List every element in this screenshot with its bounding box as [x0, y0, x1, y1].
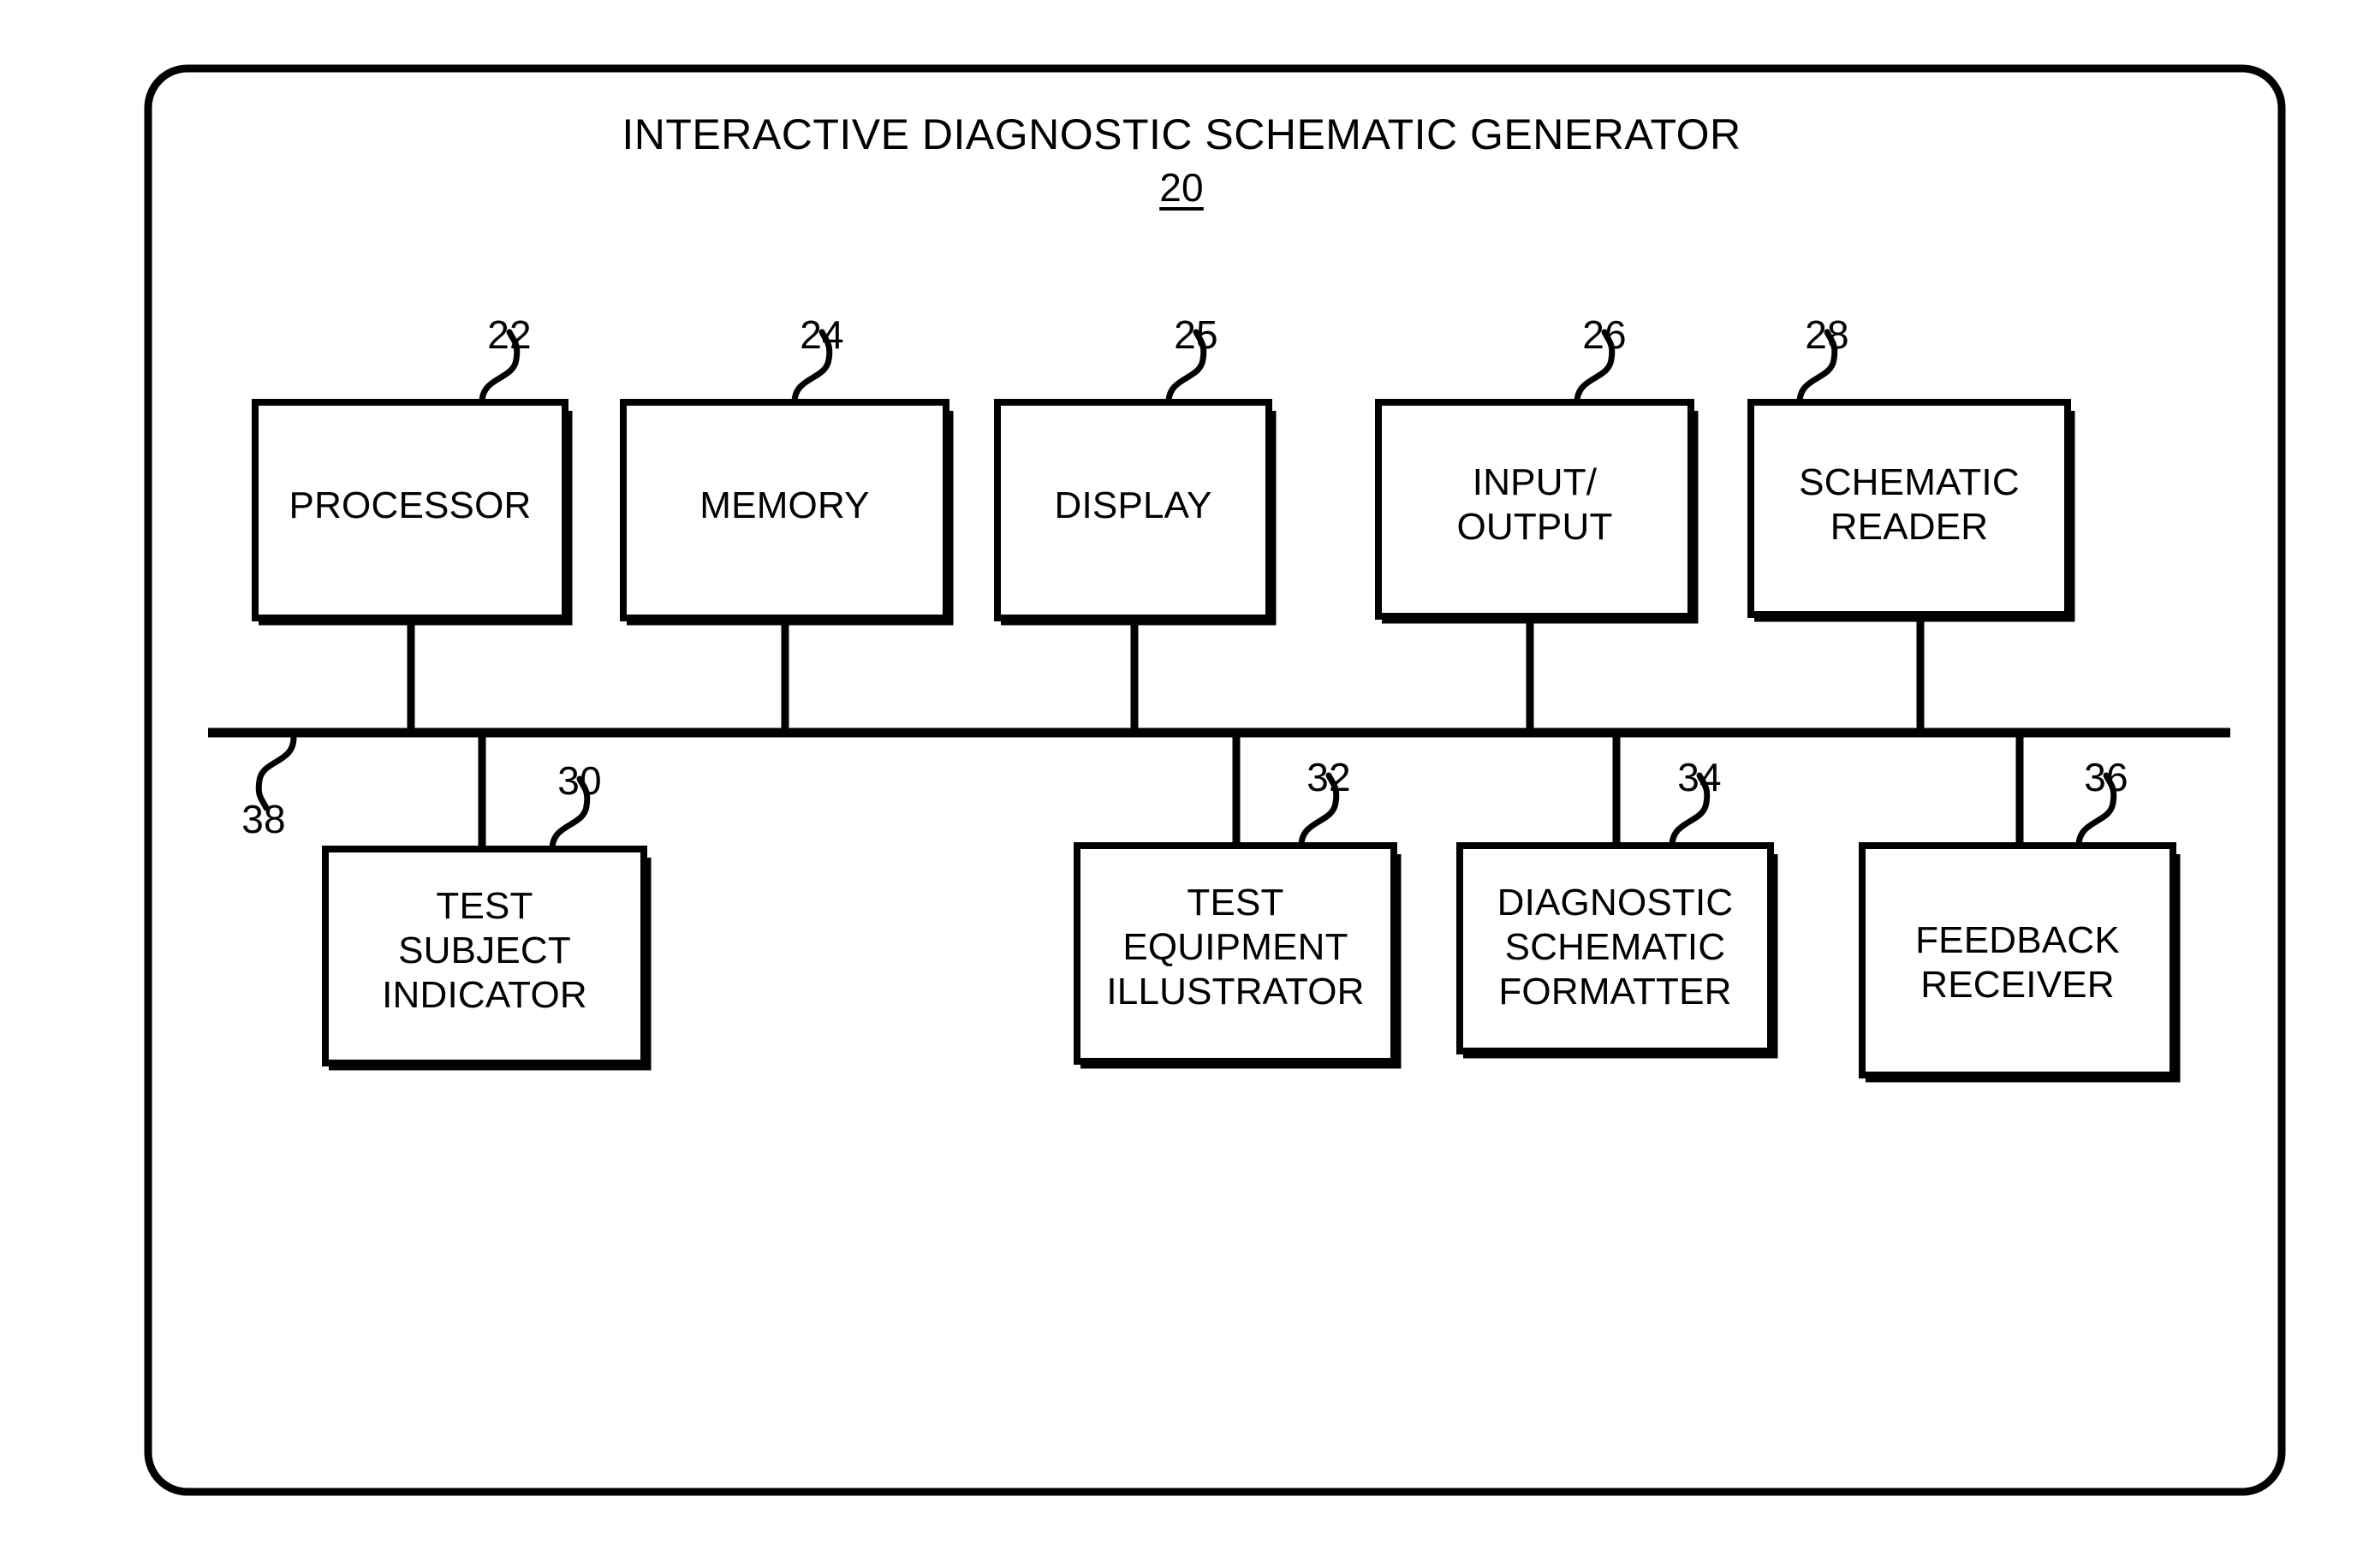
ref-numeral-24: 24	[800, 312, 844, 357]
diagram-vector-layer	[144, 64, 2286, 1496]
label-feedback-receiver: FEEDBACK RECEIVER	[1915, 919, 2120, 1006]
ref-numeral-28: 28	[1805, 312, 1849, 357]
ref-numeral-25: 25	[1174, 312, 1218, 357]
ref-numeral-26: 26	[1582, 312, 1627, 357]
ref-numeral-36: 36	[2084, 755, 2128, 799]
ref-numeral-22: 22	[487, 312, 532, 357]
label-processor: PROCESSOR	[289, 484, 532, 526]
label-schematic-reader: SCHEMATIC READER	[1799, 461, 2020, 548]
label-test-equipment-illustrator: TEST EQUIPMENT ILLUSTRATOR	[1106, 882, 1365, 1013]
ref-numeral-38: 38	[241, 797, 286, 841]
label-memory: MEMORY	[699, 484, 870, 526]
label-diagnostic-schematic-formatter: DIAGNOSTIC SCHEMATIC FORMATTER	[1497, 882, 1734, 1013]
label-input-output: INPUT/ OUTPUT	[1456, 461, 1613, 548]
label-display: DISPLAY	[1054, 484, 1212, 526]
ref-numeral-32: 32	[1306, 755, 1351, 799]
figure-reference-numeral: 20	[1159, 165, 1204, 210]
patent-figure-canvas: INTERACTIVE DIAGNOSTIC SCHEMATIC GENERAT…	[0, 0, 2363, 1568]
ref-numeral-34: 34	[1677, 755, 1722, 799]
figure-title: INTERACTIVE DIAGNOSTIC SCHEMATIC GENERAT…	[622, 110, 1741, 158]
outer-enclosure-rect	[144, 64, 2286, 1496]
ref-numeral-30: 30	[557, 758, 602, 803]
label-test-subject-indicator: TEST SUBJECT INDICATOR	[382, 885, 587, 1016]
